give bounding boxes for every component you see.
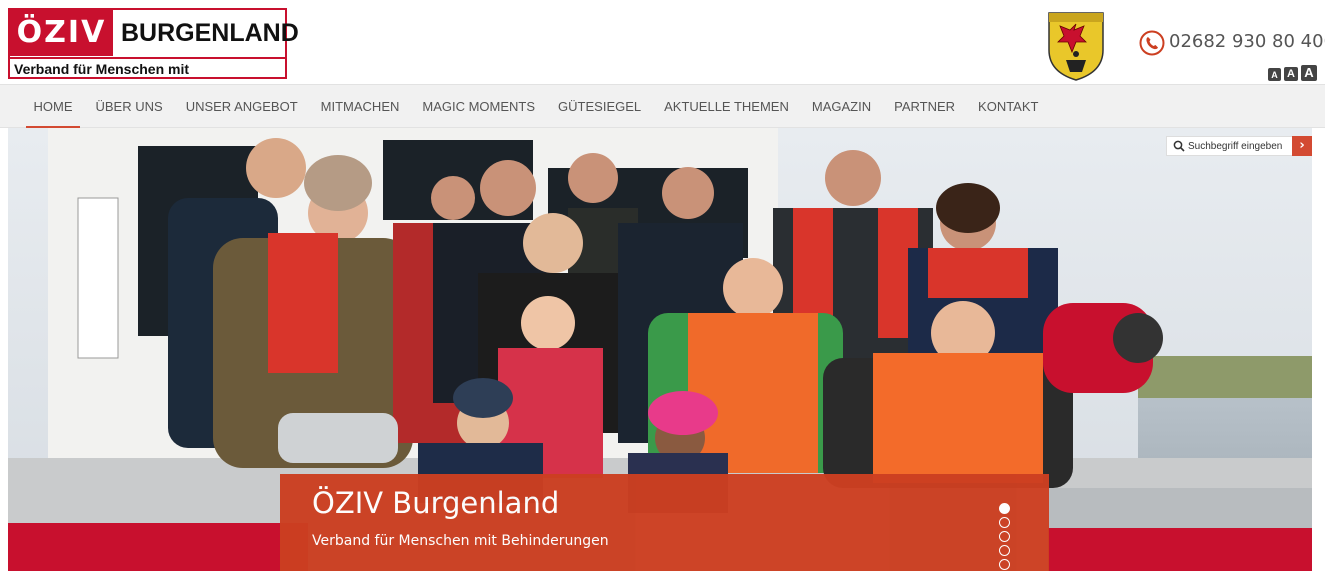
nav-item-magic-moments[interactable]: MAGIC MOMENTS [411,85,547,127]
search-box: › [1166,136,1312,156]
nav-item-ueber-uns[interactable]: ÜBER UNS [84,85,174,127]
phone-icon [1139,30,1165,56]
coat-of-arms-icon [1048,12,1104,81]
slider-dot-1[interactable] [999,503,1010,514]
font-size-switcher: A A A [1268,65,1317,81]
search-submit-button[interactable]: › [1292,136,1312,156]
slider-dot-4[interactable] [999,545,1010,556]
font-size-medium-button[interactable]: A [1284,67,1298,81]
chevron-right-icon: › [1299,138,1305,153]
nav-item-kontakt[interactable]: KONTAKT [967,85,1050,127]
slider-pagination [999,503,1013,573]
site-header: ÖZIV BURGENLAND Verband für Menschen mit… [0,0,1325,97]
nav-item-magazin[interactable]: MAGAZIN [800,85,882,127]
logo-brand-region: BURGENLAND [121,19,299,47]
search-input[interactable] [1188,138,1288,154]
nav-item-home[interactable]: HOME [22,85,84,129]
slider-dot-3[interactable] [999,531,1010,542]
main-navigation: HOME ÜBER UNS UNSER ANGEBOT MITMACHEN MA… [0,84,1325,129]
nav-item-aktuelle-themen[interactable]: AKTUELLE THEMEN [653,85,801,127]
nav-item-guetesiegel[interactable]: GÜTESIEGEL [547,85,653,127]
slider-caption: ÖZIV Burgenland Verband für Menschen mit… [280,474,1049,571]
logo-top: ÖZIV BURGENLAND [10,10,299,56]
nav-list: HOME ÜBER UNS UNSER ANGEBOT MITMACHEN MA… [22,85,1050,129]
font-size-small-button[interactable]: A [1268,68,1281,81]
phone-number[interactable]: 02682 930 80 400 [1169,31,1325,52]
slider-subtitle: Verband für Menschen mit Behinderungen [312,533,609,549]
slider-dot-5[interactable] [999,559,1010,570]
nav-item-mitmachen[interactable]: MITMACHEN [309,85,411,127]
nav-item-unser-angebot[interactable]: UNSER ANGEBOT [174,85,309,127]
site-logo[interactable]: ÖZIV BURGENLAND Verband für Menschen mit… [8,8,299,97]
nav-item-partner[interactable]: PARTNER [883,85,967,127]
font-size-large-button[interactable]: A [1301,65,1317,81]
logo-brand-short: ÖZIV [10,10,113,56]
slider-dot-2[interactable] [999,517,1010,528]
logo-tagline: Verband für Menschen mit Behinderungen [10,57,285,97]
search-icon [1173,140,1185,152]
slider-title: ÖZIV Burgenland [312,486,560,520]
